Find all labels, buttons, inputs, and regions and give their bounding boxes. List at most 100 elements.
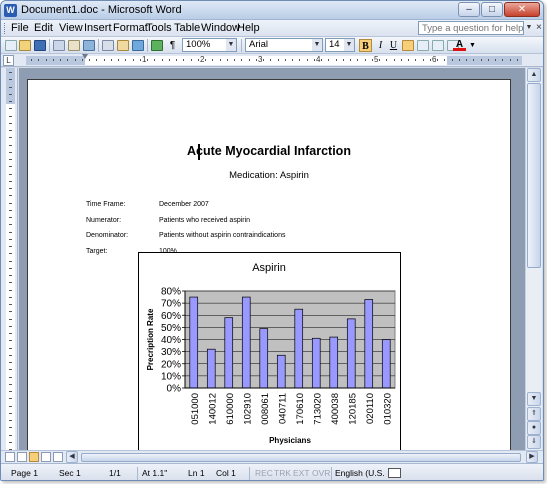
menu-window[interactable]: Window: [201, 22, 240, 34]
maximize-button[interactable]: □: [481, 2, 503, 17]
ruler-tick: [9, 93, 12, 95]
ruler-tick: [9, 238, 12, 240]
x-tick-label: 051000: [190, 393, 201, 425]
status-ext[interactable]: EXT: [293, 468, 310, 478]
ruler-tick: [473, 59, 475, 61]
open-folder-icon[interactable]: [19, 40, 31, 51]
bar: [189, 296, 199, 389]
font-color-button[interactable]: A: [453, 39, 466, 51]
x-tick-label: 008061: [260, 393, 271, 425]
word-window: W Document1.doc - Microsoft Word – □ ✕ F…: [0, 0, 544, 481]
scroll-up-icon[interactable]: ▲: [527, 68, 541, 82]
ruler-tick: [415, 59, 417, 61]
save-icon[interactable]: [34, 40, 46, 51]
ruler-tick: [364, 59, 366, 61]
italic-button[interactable]: I: [374, 39, 387, 52]
status-ovr[interactable]: OVR: [312, 468, 330, 478]
print-icon[interactable]: [53, 40, 65, 51]
bar: [276, 354, 286, 389]
ruler-tick: [9, 405, 12, 407]
font-color-dropdown-icon[interactable]: ▼: [466, 39, 479, 52]
close-button[interactable]: ✕: [504, 2, 540, 17]
font-select[interactable]: Arial ▼: [245, 38, 323, 52]
paste-icon[interactable]: [117, 40, 129, 51]
chart-title: Aspirin: [252, 262, 286, 274]
status-trk[interactable]: TRK: [274, 468, 291, 478]
medication-line[interactable]: Medication: Aspirin: [28, 170, 510, 181]
hyperlink-icon[interactable]: [151, 40, 163, 51]
horizontal-scroll-thumb[interactable]: [81, 453, 521, 462]
status-language[interactable]: English (U.S.: [335, 468, 385, 478]
title-bar: W Document1.doc - Microsoft Word – □ ✕: [1, 1, 543, 20]
print-layout-view-icon[interactable]: [29, 452, 39, 462]
status-section[interactable]: Sec 1: [59, 468, 81, 478]
bold-button[interactable]: B: [359, 39, 372, 52]
scroll-left-icon[interactable]: ◀: [66, 451, 78, 463]
menu-tools[interactable]: Tools: [146, 22, 172, 34]
status-page-count[interactable]: 1/1: [109, 468, 121, 478]
menu-grip[interactable]: [4, 23, 7, 34]
vertical-ruler[interactable]: [1, 68, 18, 459]
ruler-tick: [81, 59, 83, 61]
reading-layout-view-icon[interactable]: [53, 452, 63, 462]
status-page[interactable]: Page 1: [11, 468, 38, 478]
tab-selector-button[interactable]: L: [3, 55, 14, 66]
horizontal-scrollbar[interactable]: ◀ ▶: [1, 450, 543, 463]
horizontal-ruler[interactable]: L 1 2 3 4 5 6: [1, 54, 543, 67]
help-dropdown-icon[interactable]: ▼: [524, 21, 534, 35]
select-browse-object-icon[interactable]: ●: [527, 421, 541, 435]
previous-page-icon[interactable]: ⇑: [527, 407, 541, 421]
status-column[interactable]: Col 1: [216, 468, 236, 478]
menu-help[interactable]: Help: [237, 22, 260, 34]
ruler-tick: [176, 59, 177, 61]
font-size-select[interactable]: 14 ▼: [325, 38, 355, 52]
ruler-number: 1: [142, 55, 147, 64]
menu-file[interactable]: File: [11, 22, 29, 34]
zoom-value: 100%: [186, 39, 211, 50]
ruler-tick: [9, 427, 12, 429]
menu-insert[interactable]: Insert: [84, 22, 112, 34]
word-app-icon[interactable]: W: [4, 4, 17, 17]
zoom-select[interactable]: 100% ▼: [182, 38, 237, 52]
x-tick-label: 010320: [382, 393, 393, 425]
close-document-button[interactable]: ×: [536, 22, 542, 33]
outline-view-icon[interactable]: [41, 452, 51, 462]
numbering-icon[interactable]: [417, 40, 429, 51]
y-tick-label: 30%: [161, 347, 181, 358]
align-left-icon[interactable]: [402, 40, 414, 51]
menu-table[interactable]: Table: [174, 22, 200, 34]
embedded-chart[interactable]: Aspirin 0% 10% 20% 30% 40% 50% 60% 70% 80% 051000 1…: [138, 252, 401, 450]
spelling-icon[interactable]: [83, 40, 95, 51]
status-rec[interactable]: REC: [255, 468, 273, 478]
status-line[interactable]: Ln 1: [188, 468, 205, 478]
document-title[interactable]: Acute Myocardial Infarction: [28, 144, 510, 158]
spelling-status-icon[interactable]: [388, 468, 401, 478]
menu-format[interactable]: Format: [113, 22, 148, 34]
ruler-tick: [429, 59, 431, 61]
ruler-tick: [299, 59, 301, 61]
status-position[interactable]: At 1.1": [142, 468, 167, 478]
print-preview-icon[interactable]: [68, 40, 80, 51]
next-page-icon[interactable]: ⇓: [527, 435, 541, 449]
menu-view[interactable]: View: [59, 22, 83, 34]
web-layout-view-icon[interactable]: [17, 452, 27, 462]
bullets-icon[interactable]: [432, 40, 444, 51]
undo-icon[interactable]: [132, 40, 144, 51]
scroll-right-icon[interactable]: ▶: [526, 451, 538, 463]
minimize-button[interactable]: –: [458, 2, 480, 17]
ruler-tick: [96, 59, 98, 61]
vertical-scroll-thumb[interactable]: [527, 83, 541, 268]
menu-edit[interactable]: Edit: [34, 22, 53, 34]
vertical-scrollbar[interactable]: ▲ ▼ ⇑ ● ⇓: [525, 68, 542, 450]
new-document-icon[interactable]: [5, 40, 17, 51]
indent-marker-icon[interactable]: [82, 54, 88, 59]
show-formatting-button[interactable]: ¶: [166, 39, 179, 52]
cut-icon[interactable]: [102, 40, 114, 51]
scroll-down-icon[interactable]: ▼: [527, 392, 541, 406]
ruler-tick: [103, 59, 105, 61]
document-page[interactable]: Acute Myocardial Infarction Medication: …: [27, 79, 511, 450]
underline-button[interactable]: U: [387, 39, 400, 52]
normal-view-icon[interactable]: [5, 452, 15, 462]
status-separator: [331, 467, 332, 480]
help-search-input[interactable]: [418, 21, 524, 35]
